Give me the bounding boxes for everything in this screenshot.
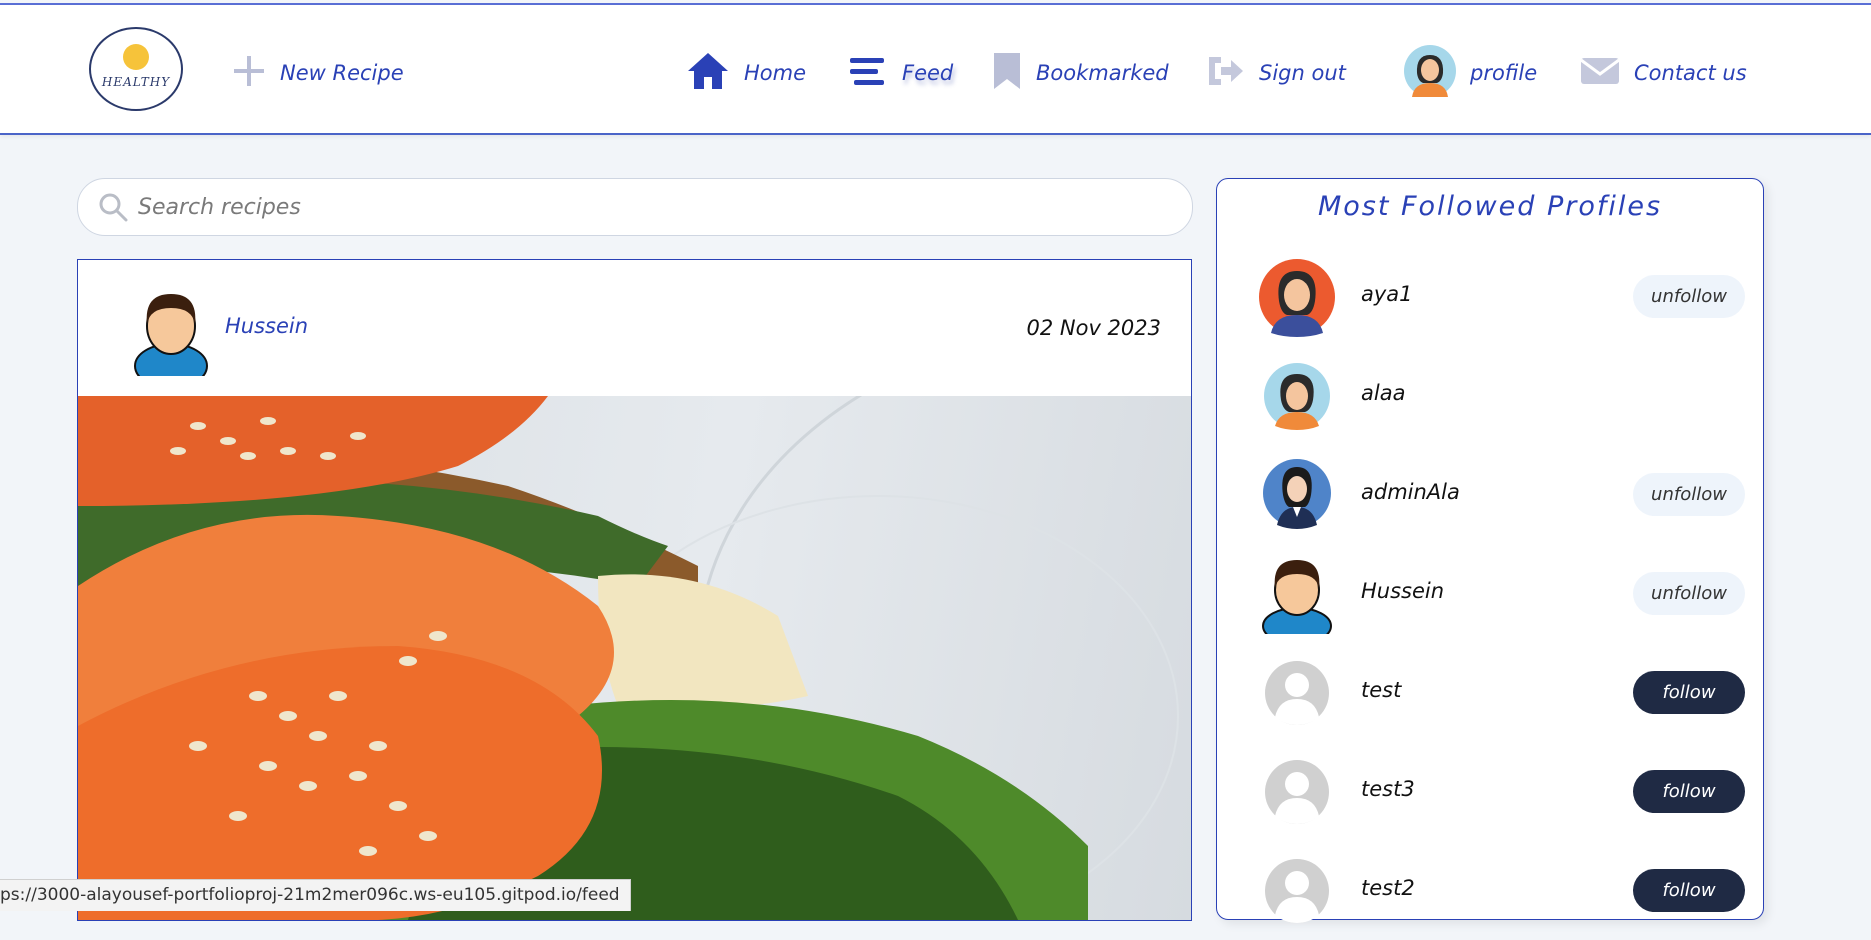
follow-button[interactable]: follow — [1633, 671, 1745, 714]
browser-status-url: ps://3000-alayousef-portfolioproj-21m2me… — [0, 879, 631, 911]
nav-feed[interactable]: Feed — [848, 45, 953, 101]
home-label: Home — [744, 61, 807, 85]
nav-profile[interactable]: profile — [1404, 44, 1538, 102]
new-recipe-label: New Recipe — [280, 61, 404, 85]
most-followed-panel: Most Followed Profiles aya1 unfollow ala… — [1216, 178, 1764, 923]
search-bar — [77, 178, 1193, 236]
profile-name[interactable]: test — [1361, 678, 1401, 702]
profile-name[interactable]: aya1 — [1361, 282, 1413, 306]
panel-title: Most Followed Profiles — [1317, 191, 1663, 222]
healthy-logo[interactable]: HEALTHY — [89, 27, 183, 111]
follow-button[interactable]: follow — [1633, 770, 1745, 813]
avatar-adminala[interactable] — [1257, 455, 1337, 535]
profile-avatar-icon — [1404, 44, 1456, 102]
sign-out-label: Sign out — [1259, 61, 1346, 85]
bookmarked-label: Bookmarked — [1036, 61, 1169, 85]
post-header: Hussein 02 Nov 2023 — [78, 260, 1191, 396]
avatar-aya1[interactable] — [1257, 257, 1337, 337]
home-icon — [686, 51, 730, 96]
profile-row-hussein[interactable]: Hussein unfollow — [1217, 544, 1763, 643]
new-recipe-link[interactable]: New Recipe — [232, 45, 404, 101]
follow-button[interactable]: follow — [1633, 869, 1745, 912]
profile-row-aya1[interactable]: aya1 unfollow — [1217, 247, 1763, 346]
profile-row-test[interactable]: test follow — [1217, 643, 1763, 742]
recipe-post-card[interactable]: Hussein 02 Nov 2023 — [77, 259, 1192, 921]
avatar-alaa[interactable] — [1257, 356, 1337, 436]
profile-name[interactable]: test2 — [1361, 876, 1415, 900]
default-avatar-icon[interactable] — [1257, 851, 1337, 931]
post-date: 02 Nov 2023 — [1026, 316, 1161, 340]
nav-sign-out[interactable]: Sign out — [1205, 45, 1346, 101]
default-avatar-icon[interactable] — [1257, 752, 1337, 832]
plus-icon — [232, 54, 266, 93]
feed-label: Feed — [902, 61, 954, 85]
profile-row-alaa[interactable]: alaa — [1217, 346, 1763, 445]
search-icon — [99, 193, 128, 222]
profile-name[interactable]: adminAla — [1361, 480, 1460, 504]
recipe-photo[interactable] — [78, 396, 1191, 920]
profile-row-test3[interactable]: test3 follow — [1217, 742, 1763, 841]
contact-label: Contact us — [1634, 61, 1747, 85]
author-avatar[interactable] — [134, 288, 208, 376]
profile-name[interactable]: Hussein — [1361, 579, 1444, 603]
search-input[interactable] — [136, 193, 1140, 221]
nav-bookmarked[interactable]: Bookmarked — [992, 45, 1169, 101]
bookmark-icon — [992, 51, 1022, 96]
sign-out-icon — [1205, 53, 1245, 94]
nav-contact[interactable]: Contact us — [1580, 45, 1747, 101]
unfollow-button[interactable]: unfollow — [1633, 275, 1745, 318]
avatar-hussein[interactable] — [1257, 554, 1337, 634]
salmon-avocado-toast-image — [78, 396, 1179, 920]
profile-row-test2[interactable]: test2 follow — [1217, 841, 1763, 940]
profile-row-adminala[interactable]: adminAla unfollow — [1217, 445, 1763, 544]
envelope-icon — [1580, 55, 1620, 92]
profile-label: profile — [1470, 61, 1538, 85]
post-author[interactable]: Hussein — [225, 314, 308, 338]
nav-home[interactable]: Home — [686, 45, 806, 101]
unfollow-button[interactable]: unfollow — [1633, 473, 1745, 516]
unfollow-button[interactable]: unfollow — [1633, 572, 1745, 615]
default-avatar-icon[interactable] — [1257, 653, 1337, 733]
logo-text: HEALTHY — [101, 75, 171, 89]
navbar: HEALTHY New Recipe Home Feed Bookmarked … — [0, 5, 1871, 135]
lemon-logo-icon — [123, 44, 149, 70]
feed-lines-icon — [848, 53, 888, 94]
profile-name[interactable]: test3 — [1361, 777, 1415, 801]
profile-name[interactable]: alaa — [1361, 381, 1405, 405]
